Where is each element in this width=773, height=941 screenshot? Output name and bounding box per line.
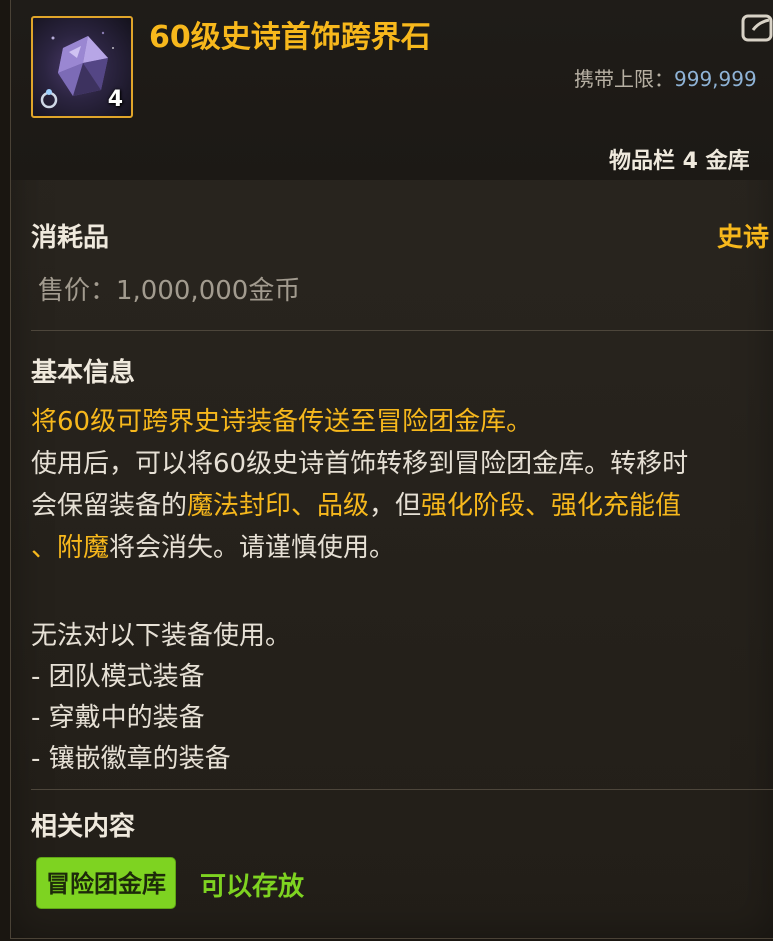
trade-lock-icon[interactable]	[741, 12, 773, 44]
description-keyword: 、附魔	[31, 533, 110, 563]
item-icon: 4	[31, 16, 133, 118]
restriction-item: - 穿戴中的装备	[31, 703, 205, 733]
description-text: 会保留装备的	[31, 491, 188, 521]
basic-info-title: 基本信息	[31, 358, 136, 388]
stack-count: 4	[107, 87, 123, 112]
item-price: 售价：1,000,000金币	[38, 276, 301, 306]
carry-limit: 携带上限：999,999	[574, 63, 757, 92]
description-line: 、附魔将会消失。请谨慎使用。	[31, 527, 773, 569]
carry-limit-label: 携带上限：	[574, 67, 674, 91]
item-category: 消耗品	[31, 223, 110, 253]
description-text: ，但	[369, 491, 422, 521]
restriction-item: - 镶嵌徽章的装备	[31, 744, 231, 774]
item-rarity: 史诗	[717, 223, 770, 253]
item-name: 60级史诗首饰跨界石	[149, 20, 431, 55]
divider	[31, 789, 773, 790]
storage-status: 可以存放	[200, 872, 305, 902]
description-highlight: 将60级可跨界史诗装备传送至冒险团金库。	[31, 407, 533, 437]
item-tooltip: 4 60级史诗首饰跨界石 携带上限：999,999 物品栏 4 金库 消耗品 史…	[10, 0, 773, 939]
related-title: 相关内容	[31, 812, 136, 842]
carry-limit-value: 999,999	[674, 67, 757, 91]
divider	[31, 330, 773, 331]
description-text: 将会消失。请谨慎使用。	[109, 533, 396, 563]
restriction-item: - 团队模式装备	[31, 662, 205, 692]
description-keyword: 强化阶段、强化充能值	[421, 491, 682, 521]
account-vault-tag[interactable]: 冒险团金库	[36, 857, 176, 909]
restriction-title: 无法对以下装备使用。	[31, 621, 292, 651]
item-location: 物品栏 4 金库	[609, 149, 750, 174]
description-line: 使用后，可以将60级史诗首饰转移到冒险团金库。转移时	[31, 449, 689, 479]
description-keyword: 魔法封印、品级	[187, 491, 370, 521]
tooltip-header: 4 60级史诗首饰跨界石 携带上限：999,999 物品栏 4 金库	[11, 0, 773, 180]
description-line: 会保留装备的魔法封印、品级，但强化阶段、强化充能值	[31, 485, 773, 527]
description-block: 将60级可跨界史诗装备传送至冒险团金库。 使用后，可以将60级史诗首饰转移到冒险…	[31, 401, 773, 569]
